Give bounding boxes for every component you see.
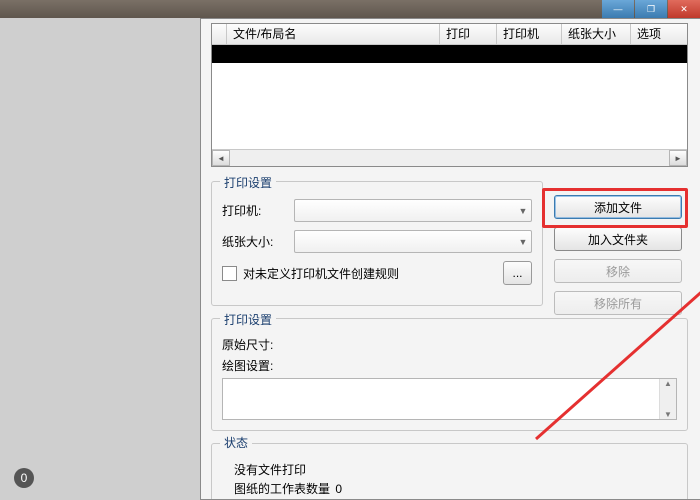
scroll-right-icon[interactable]: ► xyxy=(669,150,687,166)
create-rule-label: 对未定义打印机文件创建规则 xyxy=(243,265,399,282)
col-file-layout[interactable]: 文件/布局名 xyxy=(227,24,440,44)
file-table-header: 文件/布局名 打印 打印机 纸张大小 选项 xyxy=(212,24,687,45)
add-folder-button[interactable]: 加入文件夹 xyxy=(554,227,682,251)
rule-options-button[interactable]: ... xyxy=(503,261,532,285)
preview-group: 打印设置 原始尺寸: 绘图设置: ▲▼ xyxy=(211,318,688,431)
file-table-body[interactable] xyxy=(212,45,687,149)
remove-button[interactable]: 移除 xyxy=(554,259,682,283)
ellipsis-icon: ... xyxy=(512,266,522,280)
create-rule-checkbox[interactable] xyxy=(222,266,237,281)
col-printer[interactable]: 打印机 xyxy=(497,24,562,44)
plot-settings-label: 绘图设置: xyxy=(222,357,294,374)
chevron-down-icon: ▼ xyxy=(515,237,531,247)
status-no-file: 没有文件打印 xyxy=(234,461,677,478)
col-options[interactable]: 选项 xyxy=(631,24,687,44)
preview-legend: 打印设置 xyxy=(220,311,276,328)
status-group: 状态 没有文件打印 图纸的工作表数量 0 xyxy=(211,443,688,499)
left-gutter xyxy=(0,18,201,500)
file-table[interactable]: 文件/布局名 打印 打印机 纸张大小 选项 ◄ ► xyxy=(211,23,688,167)
col-print[interactable]: 打印 xyxy=(440,24,497,44)
plot-settings-textarea[interactable]: ▲▼ xyxy=(222,378,677,420)
scroll-left-icon[interactable]: ◄ xyxy=(212,150,230,166)
status-sheet-count: 图纸的工作表数量 0 xyxy=(234,480,677,497)
col-paper-size[interactable]: 纸张大小 xyxy=(562,24,631,44)
main-panel: 文件/布局名 打印 打印机 纸张大小 选项 ◄ ► 打印设置 xyxy=(200,18,700,500)
window-maximize-button[interactable]: ❐ xyxy=(635,0,667,18)
orig-size-label: 原始尺寸: xyxy=(222,336,294,353)
add-file-button[interactable]: 添加文件 xyxy=(554,195,682,219)
page-number-badge: 0 xyxy=(14,468,34,488)
chevron-down-icon: ▼ xyxy=(515,206,531,216)
actions-column: 添加文件 加入文件夹 移除 移除所有 xyxy=(554,195,682,323)
paper-size-label: 纸张大小: xyxy=(222,233,294,250)
table-hscrollbar[interactable]: ◄ ► xyxy=(212,149,687,166)
printer-combo[interactable]: ▼ xyxy=(294,199,532,222)
print-settings-legend: 打印设置 xyxy=(220,174,276,191)
window-close-button[interactable]: ✕ xyxy=(668,0,700,18)
remove-all-button[interactable]: 移除所有 xyxy=(554,291,682,315)
status-legend: 状态 xyxy=(220,434,252,451)
window-titlebar: — ❐ ✕ xyxy=(0,0,700,18)
paper-size-combo[interactable]: ▼ xyxy=(294,230,532,253)
print-settings-group: 打印设置 打印机: ▼ 纸张大小: ▼ 对未定义打印机文件创建规则 ... xyxy=(211,181,543,306)
textarea-vscrollbar[interactable]: ▲▼ xyxy=(659,379,676,419)
window-minimize-button[interactable]: — xyxy=(602,0,634,18)
table-row[interactable] xyxy=(212,45,687,63)
printer-label: 打印机: xyxy=(222,202,294,219)
